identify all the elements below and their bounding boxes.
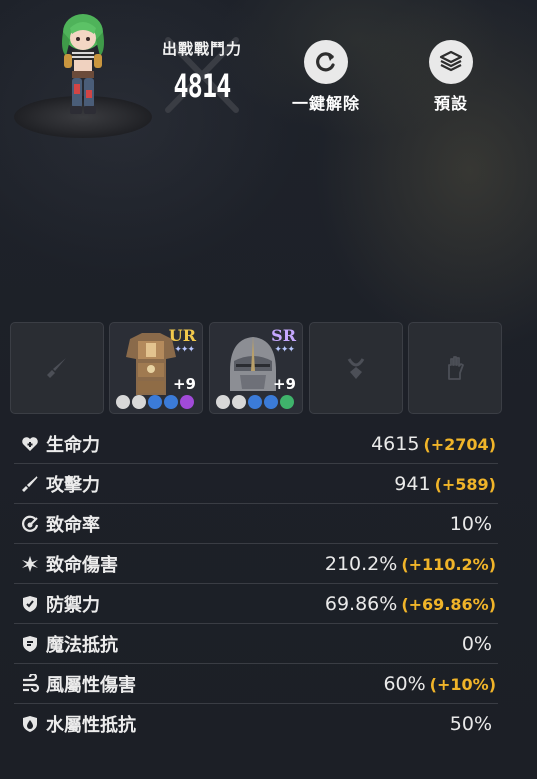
combat-power-label: 出戰戰鬥力 bbox=[161, 40, 242, 58]
equipment-slots: UR ✦✦✦ +9 SR ✦✦✦ +9 bbox=[10, 322, 502, 414]
stat-value: 50% bbox=[449, 713, 492, 735]
enhance-level: +9 bbox=[172, 375, 196, 393]
armor-slot[interactable]: UR ✦✦✦ +9 bbox=[109, 322, 203, 414]
stat-value: 69.86% bbox=[324, 592, 398, 615]
stat-value: 4615 bbox=[371, 432, 420, 455]
stat-label: 生命力 bbox=[46, 434, 100, 456]
sword-icon bbox=[18, 472, 42, 496]
stat-label: 攻擊力 bbox=[46, 474, 100, 496]
stat-bonus: (+2704) bbox=[423, 434, 496, 454]
rune-socket bbox=[280, 395, 294, 409]
stat-bonus: (+10%) bbox=[429, 674, 496, 694]
stat-row-hp: 生命力 4615 (+2704) bbox=[14, 424, 498, 464]
stat-value: 941 bbox=[394, 472, 431, 495]
crit-damage-icon bbox=[18, 552, 42, 576]
magic-shield-icon bbox=[18, 632, 42, 656]
rune-sockets bbox=[216, 395, 294, 409]
stat-row-water-resist: 水屬性抵抗 50% bbox=[14, 704, 498, 744]
grade-badge: SR bbox=[271, 326, 296, 345]
header-panel: 出戰戰鬥力 4814 一鍵解除 預設 bbox=[0, 0, 537, 150]
combat-power: 出戰戰鬥力 4814 bbox=[150, 38, 254, 105]
unequip-all-button[interactable]: 一鍵解除 bbox=[276, 40, 376, 114]
weapon-slot[interactable] bbox=[10, 322, 104, 414]
stat-bonus: (+110.2%) bbox=[401, 554, 496, 574]
stat-value: 10% bbox=[449, 512, 492, 535]
rune-socket bbox=[264, 395, 278, 409]
rune-socket bbox=[148, 395, 162, 409]
accessory-slot[interactable] bbox=[309, 322, 403, 414]
glove-icon bbox=[448, 356, 464, 380]
stat-row-magic-resist: 魔法抵抗 0% bbox=[14, 624, 498, 664]
stat-row-crit-damage: 致命傷害 210.2% (+110.2%) bbox=[14, 544, 498, 584]
rune-sockets bbox=[116, 395, 194, 409]
character-avatar[interactable] bbox=[48, 10, 118, 126]
rune-socket bbox=[132, 395, 146, 409]
stat-label: 防禦力 bbox=[46, 594, 100, 616]
layers-icon[interactable] bbox=[429, 40, 473, 84]
preset-label[interactable]: 預設 bbox=[401, 90, 501, 114]
stat-label: 致命傷害 bbox=[46, 554, 118, 576]
star-rating: ✦✦✦ bbox=[274, 345, 295, 355]
refresh-icon[interactable] bbox=[304, 40, 348, 84]
grade-badge: UR bbox=[168, 326, 196, 345]
helmet-slot[interactable]: SR ✦✦✦ +9 bbox=[209, 322, 303, 414]
enhance-level: +9 bbox=[272, 375, 296, 393]
water-shield-icon bbox=[18, 712, 42, 736]
rune-socket bbox=[180, 395, 194, 409]
unequip-all-label[interactable]: 一鍵解除 bbox=[276, 90, 376, 114]
stats-list: 生命力 4615 (+2704) 攻擊力 941 (+589) 致命率 10% … bbox=[14, 424, 498, 744]
stat-label: 魔法抵抗 bbox=[46, 634, 118, 656]
necklace-icon bbox=[347, 358, 365, 379]
rune-socket bbox=[164, 395, 178, 409]
wind-icon bbox=[18, 672, 42, 696]
stat-label: 風屬性傷害 bbox=[46, 674, 136, 696]
gloves-slot[interactable] bbox=[408, 322, 502, 414]
preset-button[interactable]: 預設 bbox=[401, 40, 501, 114]
crit-rate-icon bbox=[18, 512, 42, 536]
stat-value: 60% bbox=[383, 672, 426, 695]
star-rating: ✦✦✦ bbox=[174, 345, 195, 355]
rune-socket bbox=[216, 395, 230, 409]
stat-bonus: (+69.86%) bbox=[401, 594, 496, 614]
shield-icon bbox=[18, 592, 42, 616]
stat-row-crit-rate: 致命率 10% bbox=[14, 504, 498, 544]
stat-value: 0% bbox=[461, 632, 492, 655]
rune-socket bbox=[116, 395, 130, 409]
rune-socket bbox=[248, 395, 262, 409]
combat-power-value: 4814 bbox=[173, 67, 232, 105]
stat-row-wind-damage: 風屬性傷害 60% (+10%) bbox=[14, 664, 498, 704]
stat-row-attack: 攻擊力 941 (+589) bbox=[14, 464, 498, 504]
stat-label: 致命率 bbox=[46, 514, 100, 536]
sword-icon bbox=[47, 358, 66, 378]
stat-label: 水屬性抵抗 bbox=[46, 715, 136, 736]
rune-socket bbox=[232, 395, 246, 409]
stat-value: 210.2% bbox=[324, 552, 398, 575]
stat-bonus: (+589) bbox=[434, 474, 496, 494]
stat-row-defense: 防禦力 69.86% (+69.86%) bbox=[14, 584, 498, 624]
heart-plus-icon bbox=[18, 432, 42, 456]
